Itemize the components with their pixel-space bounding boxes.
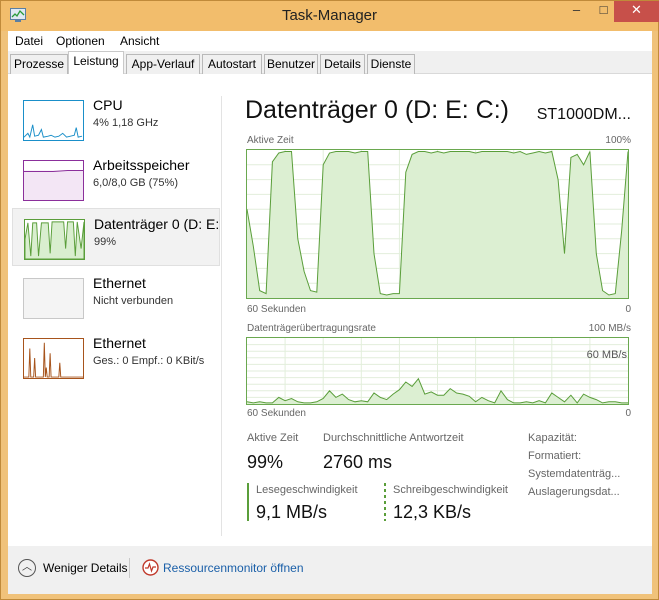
- menu-datei[interactable]: Datei: [15, 34, 43, 48]
- sidebar-item-subtitle: 6,0/8,0 GB (75%): [93, 177, 178, 189]
- ethernet-thumbnail-graph: [23, 278, 84, 319]
- resource-monitor-icon[interactable]: [142, 559, 159, 576]
- active-time-graph-x-end: 0: [625, 304, 631, 315]
- title-bar[interactable]: Task-Manager – □ ✕: [1, 1, 659, 31]
- active-time-graph-x-start: 60 Sekunden: [247, 304, 306, 315]
- minimize-button[interactable]: –: [563, 1, 590, 22]
- sidebar-item-ethernet-1[interactable]: Ethernet Nicht verbunden: [12, 268, 220, 326]
- tab-autostart[interactable]: Autostart: [202, 54, 262, 74]
- footer-divider: [129, 558, 130, 578]
- tab-benutzer[interactable]: Benutzer: [264, 54, 318, 74]
- sidebar-item-title: Ethernet: [93, 275, 146, 291]
- tab-prozesse[interactable]: Prozesse: [10, 54, 68, 74]
- system-disk-label: Systemdatenträg...: [528, 468, 621, 480]
- tab-details[interactable]: Details: [320, 54, 365, 74]
- active-time-value: 99%: [247, 452, 284, 472]
- write-speed-indicator: [384, 483, 386, 521]
- transfer-rate-graph-x-end: 0: [625, 408, 631, 419]
- open-resource-monitor-link[interactable]: Ressourcenmonitor öffnen: [163, 561, 304, 575]
- sidebar-item-title: Ethernet: [93, 335, 146, 351]
- close-button[interactable]: ✕: [614, 1, 659, 22]
- page-file-label: Auslagerungsdat...: [528, 486, 620, 498]
- performance-panel: CPU 4% 1,18 GHz Arbeitsspeicher 6,0/8,0 …: [8, 74, 652, 546]
- tab-dienste[interactable]: Dienste: [367, 54, 415, 74]
- maximize-button[interactable]: □: [590, 1, 617, 22]
- read-speed-indicator: [247, 483, 249, 521]
- active-time-label: Aktive Zeit: [247, 432, 299, 444]
- active-time-series-area: [247, 151, 628, 298]
- transfer-rate-graph: [246, 337, 629, 405]
- read-speed-label: Lesegeschwindigkeit: [256, 484, 358, 496]
- response-time-label: Durchschnittliche Antwortzeit: [323, 432, 464, 444]
- sidebar-item-cpu[interactable]: CPU 4% 1,18 GHz: [12, 90, 220, 148]
- chevron-up-icon[interactable]: ︿: [18, 559, 36, 577]
- menu-optionen[interactable]: Optionen: [56, 34, 105, 48]
- sidebar-item-title: Datenträger 0 (D: E: C:): [94, 216, 219, 232]
- sidebar-divider: [221, 96, 222, 536]
- menu-ansicht[interactable]: Ansicht: [120, 34, 159, 48]
- tab-leistung[interactable]: Leistung: [68, 51, 124, 75]
- sidebar-item-ethernet-2[interactable]: Ethernet Ges.: 0 Empf.: 0 KBit/s: [12, 328, 220, 386]
- disk-thumbnail-graph: [24, 219, 85, 260]
- footer-bar: ︿ Weniger Details Ressourcenmonitor öffn…: [8, 546, 652, 594]
- transfer-rate-graph-label: Datenträgerübertragungsrate: [247, 323, 376, 334]
- sidebar-item-disk[interactable]: Datenträger 0 (D: E: C:) 99%: [12, 208, 220, 266]
- memory-thumbnail-graph: [23, 160, 84, 201]
- active-time-graph: [246, 149, 629, 299]
- sidebar-item-subtitle: 4% 1,18 GHz: [93, 117, 159, 129]
- ethernet-thumbnail-graph: [23, 338, 84, 379]
- tab-app-verlauf[interactable]: App-Verlauf: [126, 54, 200, 74]
- fewer-details-button[interactable]: Weniger Details: [43, 561, 127, 575]
- write-speed-label: Schreibgeschwindigkeit: [393, 484, 508, 496]
- sidebar-item-subtitle: Nicht verbunden: [93, 295, 174, 307]
- active-time-graph-label: Aktive Zeit: [247, 135, 294, 146]
- disk-model: ST1000DM...: [536, 106, 631, 123]
- read-speed-value: 9,1 MB/s: [256, 502, 328, 522]
- disk-title: Datenträger 0 (D: E: C:): [245, 96, 509, 124]
- sidebar-item-title: CPU: [93, 97, 123, 113]
- write-speed-value: 12,3 KB/s: [393, 502, 472, 522]
- response-time-value: 2760 ms: [323, 452, 393, 472]
- resource-sidebar: CPU 4% 1,18 GHz Arbeitsspeicher 6,0/8,0 …: [8, 74, 221, 546]
- capacity-label: Kapazität:: [528, 432, 577, 444]
- transfer-rate-inner-scale: 60 MB/s: [586, 349, 627, 361]
- sidebar-item-subtitle: Ges.: 0 Empf.: 0 KBit/s: [93, 355, 205, 367]
- tab-bar: Prozesse Leistung App-Verlauf Autostart …: [8, 51, 652, 75]
- sidebar-item-title: Arbeitsspeicher: [93, 157, 190, 173]
- sidebar-item-memory[interactable]: Arbeitsspeicher 6,0/8,0 GB (75%): [12, 150, 220, 208]
- cpu-thumbnail-graph: [23, 100, 84, 141]
- sidebar-item-subtitle: 99%: [94, 236, 117, 248]
- disk-detail-panel: Datenträger 0 (D: E: C:) ST1000DM... Akt…: [236, 74, 646, 546]
- formatted-label: Formatiert:: [528, 450, 582, 462]
- active-time-graph-max: 100%: [605, 135, 631, 146]
- transfer-rate-graph-max: 100 MB/s: [588, 323, 631, 334]
- transfer-rate-graph-x-start: 60 Sekunden: [247, 408, 306, 419]
- task-manager-window: Task-Manager – □ ✕ Datei Optionen Ansich…: [0, 0, 659, 600]
- menu-bar: Datei Optionen Ansicht: [8, 31, 652, 51]
- window-title: Task-Manager: [281, 7, 378, 24]
